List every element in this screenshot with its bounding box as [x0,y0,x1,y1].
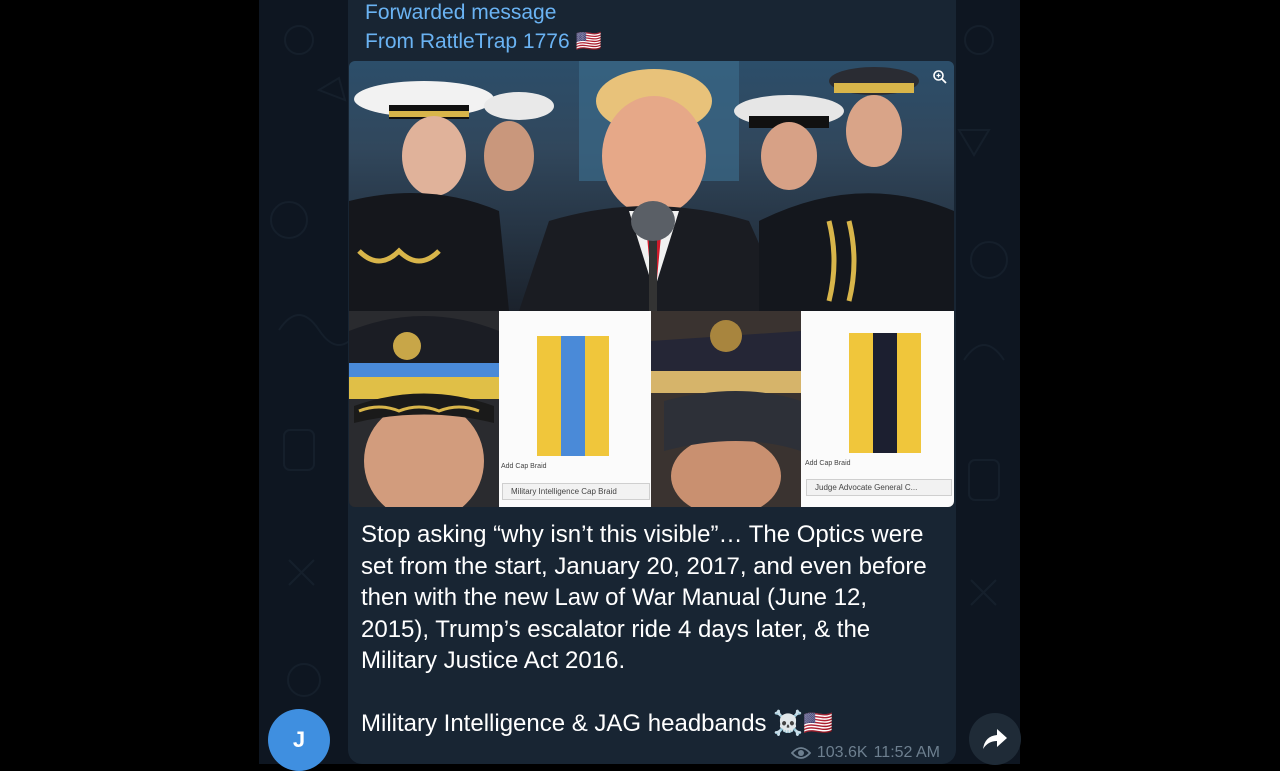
avatar-initial: J [292,727,306,752]
eye-icon [790,747,811,759]
message-text: Stop asking “why isn’t this visible”… Th… [361,519,941,739]
sender-avatar[interactable]: J [268,709,330,771]
forward-header[interactable]: Forwarded message From RattleTrap 1776 🇺… [365,0,602,56]
panel1-caption: Military Intelligence Cap Braid [502,483,650,500]
message-bubble: Forwarded message From RattleTrap 1776 🇺… [348,0,956,764]
chat-area: Forwarded message From RattleTrap 1776 🇺… [259,0,1020,764]
panel2-small-label: Add Cap Braid [805,460,851,467]
zoom-icon[interactable] [932,69,948,85]
view-count: 103.6K [816,744,868,761]
forward-label: Forwarded message [365,1,557,24]
share-arrow-icon [983,729,1007,749]
photo-bottom-collage: Add Cap Braid Military Intelligence Cap … [349,311,954,507]
message-time: 11:52 AM [873,744,940,761]
message-meta: 103.6K 11:52 AM [790,744,940,762]
photo-top-panel [349,61,954,311]
message-photo[interactable]: Add Cap Braid Military Intelligence Cap … [349,61,954,507]
forward-from[interactable]: From RattleTrap 1776 🇺🇸 [365,27,602,56]
message-paragraph-2: Military Intelligence & JAG headbands ☠️… [361,709,833,737]
message-paragraph-1: Stop asking “why isn’t this visible”… Th… [361,521,927,674]
panel1-small-label: Add Cap Braid [501,463,547,470]
share-button[interactable] [969,713,1021,765]
panel2-caption: Judge Advocate General C... [806,479,952,496]
